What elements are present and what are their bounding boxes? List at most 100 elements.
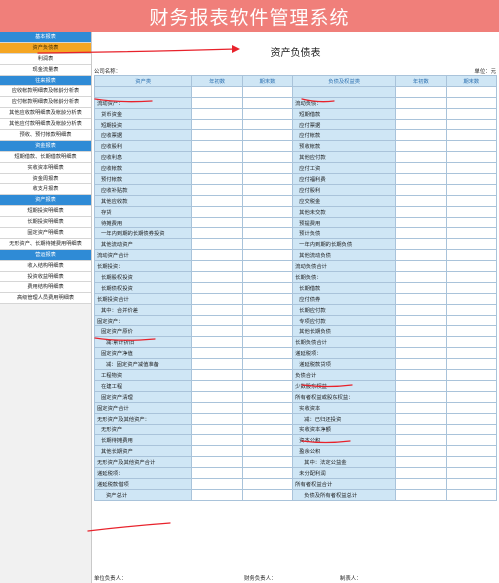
- sidebar-item[interactable]: 投资收益明细表: [0, 271, 91, 283]
- closing-balance-cell[interactable]: [241, 434, 294, 447]
- closing-balance-cell[interactable]: [241, 162, 294, 175]
- closing-balance-cell[interactable]: [445, 85, 498, 98]
- opening-balance-cell[interactable]: [395, 336, 447, 349]
- closing-balance-cell[interactable]: [241, 85, 294, 98]
- closing-balance-cell[interactable]: [445, 249, 498, 262]
- closing-balance-cell[interactable]: [241, 467, 294, 479]
- sidebar-section-header[interactable]: 资金报表: [0, 140, 91, 152]
- closing-balance-cell[interactable]: [445, 488, 498, 501]
- closing-balance-cell[interactable]: [445, 227, 498, 240]
- closing-balance-cell[interactable]: [241, 249, 294, 262]
- closing-balance-cell[interactable]: [445, 205, 498, 218]
- opening-balance-cell[interactable]: [191, 434, 243, 447]
- opening-balance-cell[interactable]: [395, 477, 447, 490]
- closing-balance-cell[interactable]: [241, 445, 294, 458]
- closing-balance-cell[interactable]: [241, 325, 294, 338]
- sidebar-item[interactable]: 收入结构明细表: [0, 260, 91, 272]
- closing-balance-cell[interactable]: [445, 358, 498, 371]
- opening-balance-cell[interactable]: [395, 314, 447, 327]
- opening-balance-cell[interactable]: [191, 477, 243, 490]
- closing-balance-cell[interactable]: [445, 456, 498, 469]
- opening-balance-cell[interactable]: [191, 118, 243, 131]
- closing-balance-cell[interactable]: [241, 379, 294, 392]
- sidebar-item[interactable]: 预收、预付帐款明细表: [0, 130, 91, 141]
- opening-balance-cell[interactable]: [395, 151, 447, 164]
- opening-balance-cell[interactable]: [191, 96, 243, 109]
- opening-balance-cell[interactable]: [395, 85, 447, 98]
- opening-balance-cell[interactable]: [191, 183, 243, 196]
- opening-balance-cell[interactable]: [395, 347, 447, 360]
- closing-balance-cell[interactable]: [445, 194, 498, 207]
- opening-balance-cell[interactable]: [191, 107, 243, 120]
- closing-balance-cell[interactable]: [445, 303, 498, 316]
- opening-balance-cell[interactable]: [395, 96, 447, 109]
- opening-balance-cell[interactable]: [395, 107, 447, 120]
- opening-balance-cell[interactable]: [191, 238, 243, 251]
- sidebar-item[interactable]: 资产负债表: [0, 42, 91, 54]
- opening-balance-cell[interactable]: [191, 456, 243, 469]
- closing-balance-cell[interactable]: [445, 369, 498, 381]
- opening-balance-cell[interactable]: [395, 205, 447, 218]
- sidebar-item[interactable]: 应付帐款明细表及帐龄分析表: [0, 97, 91, 109]
- closing-balance-cell[interactable]: [241, 358, 294, 371]
- closing-balance-cell[interactable]: [445, 238, 498, 251]
- sidebar-section-header[interactable]: 资产报表: [0, 195, 91, 207]
- opening-balance-cell[interactable]: [395, 129, 447, 142]
- opening-balance-cell[interactable]: [395, 249, 447, 262]
- closing-balance-cell[interactable]: [241, 151, 294, 164]
- closing-balance-cell[interactable]: [241, 336, 294, 349]
- closing-balance-cell[interactable]: [241, 140, 294, 153]
- closing-balance-cell[interactable]: [445, 325, 498, 338]
- opening-balance-cell[interactable]: [395, 445, 447, 458]
- closing-balance-cell[interactable]: [445, 96, 498, 109]
- closing-balance-cell[interactable]: [445, 183, 498, 196]
- closing-balance-cell[interactable]: [445, 129, 498, 142]
- opening-balance-cell[interactable]: [395, 281, 447, 294]
- opening-balance-cell[interactable]: [395, 401, 447, 414]
- closing-balance-cell[interactable]: [445, 173, 498, 185]
- opening-balance-cell[interactable]: [395, 467, 447, 479]
- sidebar-section-header[interactable]: 基本报表: [0, 32, 91, 43]
- closing-balance-cell[interactable]: [241, 390, 294, 403]
- closing-balance-cell[interactable]: [241, 107, 294, 120]
- opening-balance-cell[interactable]: [191, 412, 243, 425]
- closing-balance-cell[interactable]: [241, 118, 294, 131]
- opening-balance-cell[interactable]: [395, 303, 447, 316]
- closing-balance-cell[interactable]: [241, 183, 294, 196]
- opening-balance-cell[interactable]: [395, 488, 447, 501]
- opening-balance-cell[interactable]: [395, 216, 447, 229]
- sidebar-item[interactable]: 资金周报表: [0, 173, 91, 185]
- opening-balance-cell[interactable]: [191, 162, 243, 175]
- sidebar-item[interactable]: 其他应收款明细表及帐龄分析表: [0, 108, 91, 120]
- opening-balance-cell[interactable]: [395, 140, 447, 153]
- closing-balance-cell[interactable]: [241, 423, 294, 436]
- opening-balance-cell[interactable]: [395, 271, 447, 283]
- closing-balance-cell[interactable]: [241, 412, 294, 425]
- closing-balance-cell[interactable]: [445, 336, 498, 349]
- opening-balance-cell[interactable]: [191, 336, 243, 349]
- closing-balance-cell[interactable]: [241, 238, 294, 251]
- opening-balance-cell[interactable]: [191, 358, 243, 371]
- opening-balance-cell[interactable]: [191, 445, 243, 458]
- sidebar-item[interactable]: 利润表: [0, 53, 91, 65]
- opening-balance-cell[interactable]: [395, 369, 447, 381]
- closing-balance-cell[interactable]: [445, 423, 498, 436]
- opening-balance-cell[interactable]: [191, 129, 243, 142]
- closing-balance-cell[interactable]: [445, 445, 498, 458]
- closing-balance-cell[interactable]: [445, 281, 498, 294]
- opening-balance-cell[interactable]: [191, 205, 243, 218]
- closing-balance-cell[interactable]: [241, 271, 294, 283]
- closing-balance-cell[interactable]: [445, 292, 498, 305]
- closing-balance-cell[interactable]: [445, 434, 498, 447]
- opening-balance-cell[interactable]: [191, 249, 243, 262]
- opening-balance-cell[interactable]: [191, 140, 243, 153]
- opening-balance-cell[interactable]: [191, 488, 243, 501]
- sidebar-item[interactable]: 费用结构明细表: [0, 282, 91, 294]
- opening-balance-cell[interactable]: [191, 85, 243, 98]
- closing-balance-cell[interactable]: [241, 216, 294, 229]
- sidebar-item[interactable]: 短期投资明细表: [0, 206, 91, 218]
- opening-balance-cell[interactable]: [395, 183, 447, 196]
- opening-balance-cell[interactable]: [395, 260, 447, 273]
- opening-balance-cell[interactable]: [395, 227, 447, 240]
- closing-balance-cell[interactable]: [241, 347, 294, 360]
